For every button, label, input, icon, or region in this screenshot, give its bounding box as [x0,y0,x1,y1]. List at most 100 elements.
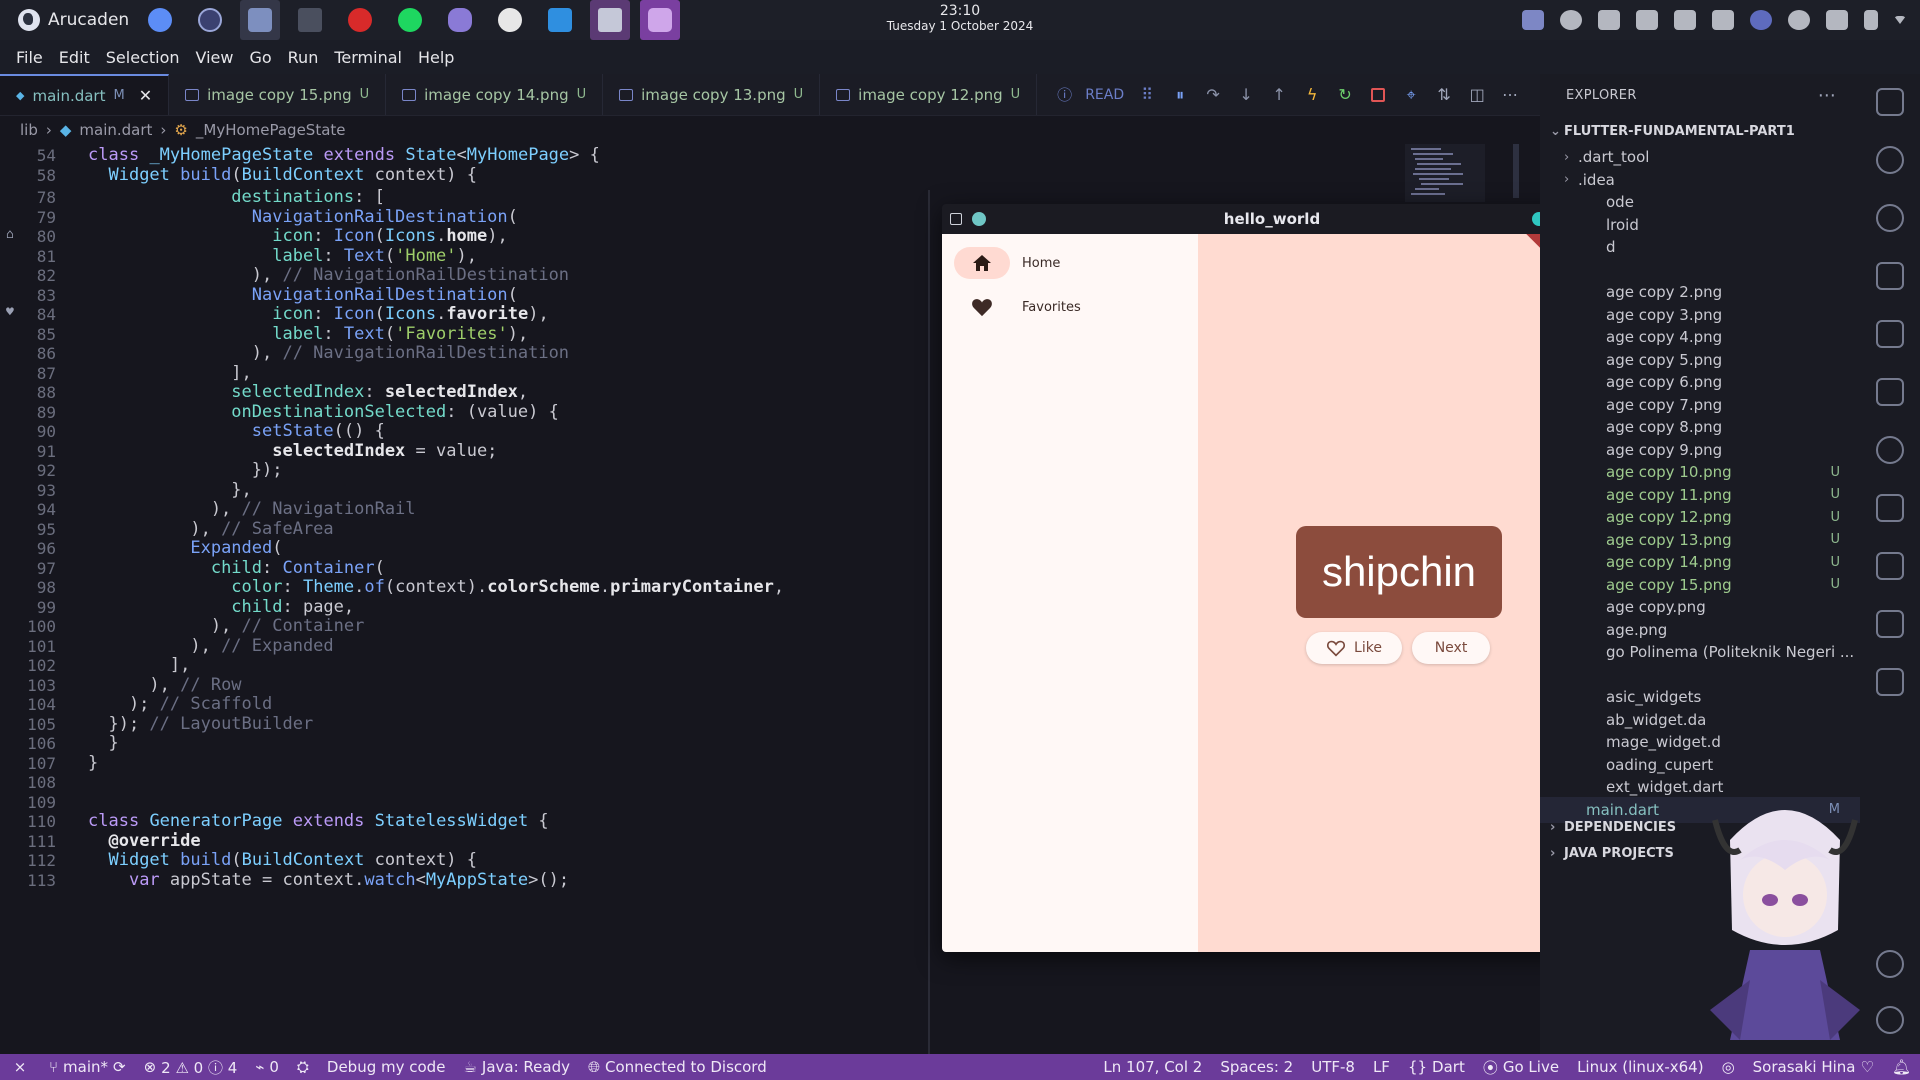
inspect-widget-icon[interactable]: ⌖ [1401,85,1421,105]
hot-reload-icon[interactable]: ϟ [1302,85,1322,105]
code-line[interactable]: icon: Icon(Icons.home), [88,226,508,246]
menu-view[interactable]: View [188,48,242,67]
rail-destination-favorites[interactable]: Favorites [954,290,1081,324]
flutter-app-window[interactable]: hello_world Home Favorites DEBUG shipchi… [942,204,1602,952]
window-menu-icon[interactable] [950,213,962,225]
split-editor-icon[interactable]: ◫ [1467,85,1487,105]
drag-handle-icon[interactable]: ⠿ [1137,85,1157,105]
code-editor[interactable]: 54 class _MyHomePageState extends State<M… [0,144,930,1054]
code-line[interactable]: color: Theme.of(context).colorScheme.pri… [88,577,784,597]
code-line[interactable]: ], [88,363,251,383]
cursor-position[interactable]: Ln 107, Col 2 [1094,1058,1211,1076]
tab-image-copy-14-png[interactable]: image copy 14.png U [386,74,604,115]
clipboard-tray-icon[interactable] [1598,10,1620,30]
code-line[interactable]: NavigationRailDestination( [88,207,518,227]
git-branch[interactable]: ⑂ main* ⟳ [40,1058,135,1076]
code-line[interactable]: setState(() { [88,421,385,441]
code-line[interactable]: ), // Row [88,675,241,695]
search-icon[interactable] [1876,146,1904,174]
debug-read-label[interactable]: READ [1085,87,1124,103]
tab-main-dart[interactable]: ◆ main.dart M ✕ [0,74,170,115]
github-app[interactable] [490,0,530,40]
testing-flask-icon[interactable] [1876,378,1904,406]
breadcrumb-symbol[interactable]: _MyHomePageState [196,121,346,139]
xcode-app[interactable] [590,0,630,40]
breadcrumb-file[interactable]: main.dart [79,121,152,139]
copilot-status[interactable]: ◎ [1713,1058,1744,1076]
menu-edit[interactable]: Edit [51,48,98,67]
battery-icon[interactable] [1864,10,1878,30]
code-line[interactable]: selectedIndex = value; [88,441,497,461]
more-actions-icon[interactable]: ⋯ [1818,85,1836,106]
monitor-app[interactable] [190,0,230,40]
menu-selection[interactable]: Selection [98,48,188,67]
spotify-app[interactable] [390,0,430,40]
next-button[interactable]: Next [1412,632,1490,664]
platform[interactable]: Linux (linux-x64) [1568,1058,1713,1076]
discord-status[interactable]: 🌐︎ Connected to Discord [579,1058,776,1076]
code-line[interactable]: ), // NavigationRailDestination [88,343,569,363]
code-line[interactable]: selectedIndex: selectedIndex, [88,382,528,402]
debug-config[interactable]: ⛭ [288,1058,318,1076]
code-line[interactable]: }, [88,480,251,500]
menu-terminal[interactable]: Terminal [326,48,410,67]
bluetooth-icon[interactable] [1750,10,1772,30]
files-app[interactable] [240,0,280,40]
debug-my-code[interactable]: Debug my code [318,1058,455,1076]
code-line[interactable]: ), // NavigationRail [88,499,416,519]
code-line[interactable]: child: Container( [88,558,385,578]
menu-go[interactable]: Go [241,48,279,67]
encoding[interactable]: UTF-8 [1302,1058,1364,1076]
keyboard-tray-icon[interactable] [1636,10,1658,30]
settings-gear-icon[interactable] [1876,1006,1904,1034]
terminal-app[interactable] [290,0,330,40]
vscode-app[interactable] [540,0,580,40]
code-line[interactable]: @override [88,831,200,851]
chevron-down-icon[interactable] [1894,16,1906,24]
code-line[interactable]: label: Text('Favorites'), [88,324,528,344]
more-actions-icon[interactable]: ⋯ [1500,85,1520,105]
restart-icon[interactable]: ↻ [1335,85,1355,105]
minimap[interactable] [1405,144,1525,204]
anime-app[interactable] [440,0,480,40]
code-line[interactable]: ], [88,655,190,675]
compare-icon[interactable]: ⇅ [1434,85,1454,105]
os-launcher[interactable]: Arucaden [0,9,140,31]
account-icon[interactable] [1876,950,1904,978]
code-line[interactable]: class _MyHomePageState extends State<MyH… [88,145,600,165]
rail-destination-home[interactable]: Home [954,246,1060,280]
step-over-icon[interactable]: ↷ [1203,85,1223,105]
code-line[interactable]: label: Text('Home'), [88,246,477,266]
layers-icon[interactable] [1876,610,1904,638]
code-line[interactable]: Expanded( [88,538,282,558]
database-icon[interactable] [1876,552,1904,580]
pin-icon[interactable] [972,212,986,226]
go-live[interactable]: ⦿ Go Live [1474,1057,1568,1078]
code-line[interactable]: child: page, [88,597,354,617]
volume-icon[interactable] [1712,10,1734,30]
code-line[interactable]: ), // NavigationRailDestination [88,265,569,285]
user-status[interactable]: Sorasaki Hina ♡ [1744,1058,1883,1076]
indentation[interactable]: Spaces: 2 [1211,1058,1302,1076]
problems-indicator[interactable]: ⊗ 2 ⚠ 0 ⓘ 4 [135,1057,247,1078]
clock[interactable]: 23:10 Tuesday 1 October 2024 [887,4,1033,34]
menu-help[interactable]: Help [410,48,462,67]
code-line[interactable]: Widget build(BuildContext context) { [88,165,477,185]
menu-run[interactable]: Run [280,48,327,67]
code-line[interactable]: destinations: [ [88,187,385,207]
editor-split-border[interactable] [928,190,930,1054]
code-line[interactable]: ); // Scaffold [88,694,272,714]
code-line[interactable]: Widget build(BuildContext context) { [88,850,477,870]
chat-icon[interactable] [1876,668,1904,696]
code-line[interactable]: ), // Expanded [88,636,333,656]
browser-app[interactable] [140,0,180,40]
pause-tray-icon[interactable] [1674,10,1696,30]
stop-icon[interactable] [1368,85,1388,105]
code-line[interactable]: ), // Container [88,616,365,636]
language-mode[interactable]: {} Dart [1399,1058,1474,1076]
like-button[interactable]: Like [1306,632,1402,664]
code-line[interactable]: }); // LayoutBuilder [88,714,313,734]
code-line[interactable]: }); [88,460,283,480]
tab-image-copy-15-png[interactable]: image copy 15.png U [169,74,387,115]
java-status[interactable]: ☕ Java: Ready [454,1058,579,1076]
